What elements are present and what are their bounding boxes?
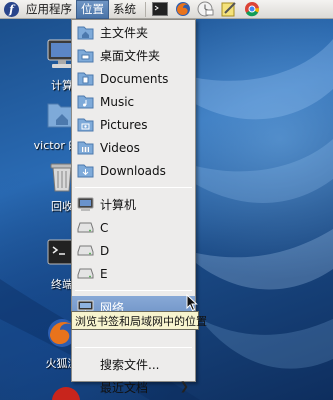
menu-item-documents[interactable]: Documents <box>72 67 195 90</box>
menu-item-label: C <box>100 220 109 235</box>
menu-item-pictures[interactable]: Pictures <box>72 113 195 136</box>
recent-documents-icon <box>77 380 94 396</box>
menu-item-label: Downloads <box>100 163 166 178</box>
menu-item-computer[interactable]: 计算机 <box>72 193 195 216</box>
chrome-launcher[interactable] <box>242 1 261 18</box>
fedora-logo-icon: f <box>4 1 19 17</box>
mail-launcher[interactable] <box>196 1 215 18</box>
notepad-pencil-icon <box>221 2 236 17</box>
downloads-folder-icon <box>77 164 94 177</box>
videos-folder-icon <box>77 141 94 154</box>
menu-item-music[interactable]: Music <box>72 90 195 113</box>
hard-drive-icon <box>77 222 94 233</box>
pictures-folder-icon <box>77 118 94 131</box>
menu-item-desktop-folder[interactable]: 桌面文件夹 <box>72 44 195 67</box>
menu-item-label: E <box>100 266 108 281</box>
menu-item-home-folder[interactable]: 主文件夹 <box>72 21 195 44</box>
places-menu-button[interactable]: 位置 <box>76 0 109 19</box>
menu-item-label: 主文件夹 <box>100 26 149 40</box>
menu-item-label: 桌面文件夹 <box>100 49 161 63</box>
menu-item-label: 计算机 <box>100 198 137 212</box>
system-menu[interactable]: 系统 <box>109 0 140 19</box>
terminal-icon <box>151 2 168 16</box>
menu-separator <box>75 290 192 291</box>
menu-item-recent-documents[interactable]: 最近文档 ❯ <box>72 376 195 399</box>
menu-item-label: 搜索文件... <box>100 358 160 372</box>
chevron-right-icon: ❯ <box>179 380 189 393</box>
firefox-icon <box>175 2 190 16</box>
menu-item-downloads[interactable]: Downloads <box>72 159 195 182</box>
computer-icon <box>77 197 94 211</box>
home-folder-icon <box>77 26 94 39</box>
menu-item-label: Music <box>100 94 135 109</box>
menu-item-drive-d[interactable]: D <box>72 239 195 262</box>
menu-item-label: Pictures <box>100 117 148 132</box>
hard-drive-icon <box>77 268 94 279</box>
music-folder-icon <box>77 95 94 108</box>
menu-item-label: D <box>100 243 110 258</box>
mouse-cursor-icon <box>186 294 198 312</box>
menu-item-search-files[interactable]: 搜索文件... <box>72 353 195 376</box>
hard-drive-icon <box>77 245 94 256</box>
menu-item-videos[interactable]: Videos <box>72 136 195 159</box>
chrome-icon <box>244 2 259 17</box>
menu-item-label: Documents <box>100 71 169 86</box>
terminal-launcher[interactable] <box>150 1 169 18</box>
desktop-folder-icon <box>77 49 94 62</box>
firefox-launcher[interactable] <box>173 1 192 18</box>
menu-item-label: Videos <box>100 140 140 155</box>
menu-item-drive-c[interactable]: C <box>72 216 195 239</box>
top-panel: f 应用程序 位置 系统 <box>0 0 333 19</box>
menu-separator <box>75 347 192 348</box>
mail-clock-icon <box>197 1 214 17</box>
notes-launcher[interactable] <box>219 1 238 18</box>
network-tooltip: 浏览书签和局域网中的位置 <box>71 311 207 330</box>
applications-menu[interactable]: 应用程序 <box>22 0 76 19</box>
menu-item-label: 最近文档 <box>100 381 149 395</box>
menu-separator <box>75 187 192 188</box>
panel-separator <box>145 1 146 17</box>
documents-folder-icon <box>77 72 94 85</box>
menu-item-drive-e[interactable]: E <box>72 262 195 285</box>
search-icon <box>77 357 94 373</box>
